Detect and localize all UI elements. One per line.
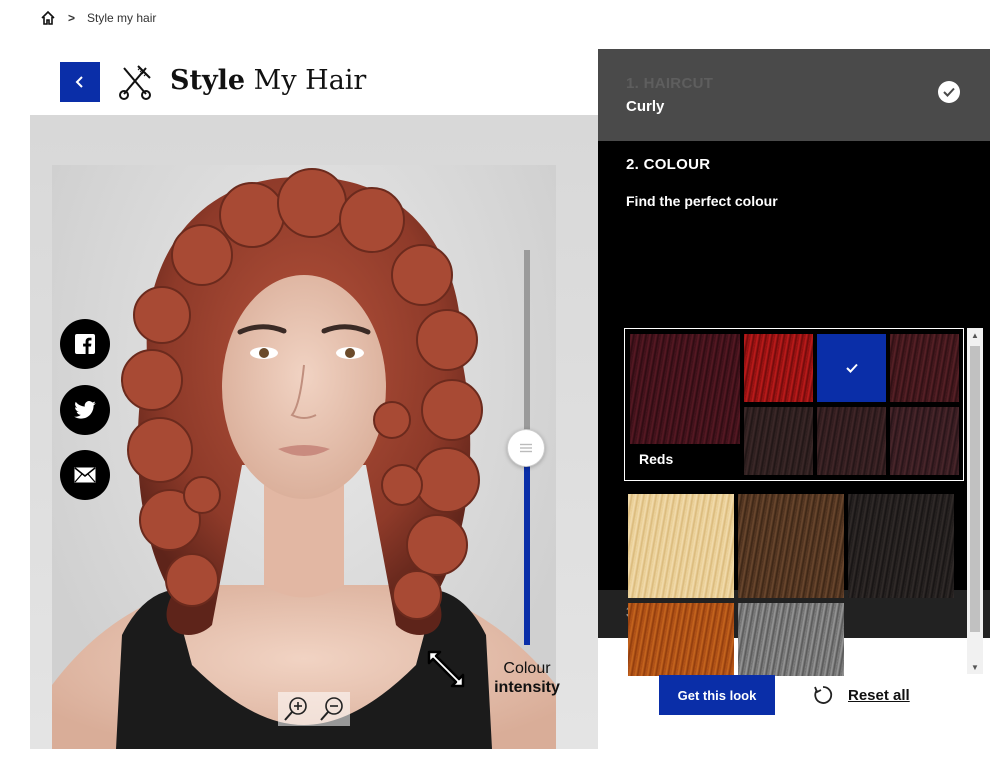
selected-check-icon xyxy=(845,363,858,373)
brown-swatch[interactable] xyxy=(738,494,844,598)
colour-list-scrollbar[interactable]: ▲ ▼ xyxy=(967,328,983,674)
step-colour: 2. COLOUR Find the perfect colour Reds ▲… xyxy=(598,141,990,676)
scroll-down-arrow-icon[interactable]: ▼ xyxy=(967,660,983,674)
red-swatch-5[interactable] xyxy=(817,407,886,475)
blonde-swatch[interactable] xyxy=(628,494,734,598)
chevron-left-icon xyxy=(75,76,83,88)
breadcrumb-current: Style my hair xyxy=(87,11,157,25)
zoom-out-icon[interactable] xyxy=(318,695,346,723)
reds-group-swatch[interactable] xyxy=(630,334,740,444)
step-haircut-value: Curly xyxy=(626,98,665,115)
reset-all-button[interactable]: Reset all xyxy=(812,684,910,706)
step-haircut[interactable]: 1. HAIRCUT Curly xyxy=(598,49,990,141)
twitter-icon xyxy=(74,401,96,419)
zoom-controls xyxy=(278,692,350,726)
page-title-rest: My Hair xyxy=(245,65,367,96)
slider-label-line2: intensity xyxy=(494,679,560,696)
reset-all-label: Reset all xyxy=(848,686,910,704)
twitter-share-button[interactable] xyxy=(60,385,110,435)
facebook-share-button[interactable] xyxy=(60,319,110,369)
style-my-hair-page: > Style my hair Style My Hair Colour int… xyxy=(0,0,1006,761)
reset-icon xyxy=(814,686,833,704)
page-title-bold: Style xyxy=(170,65,246,96)
breadcrumb: > Style my hair xyxy=(40,8,156,28)
email-share-button[interactable] xyxy=(60,450,110,500)
get-this-look-button[interactable]: Get this look xyxy=(659,675,775,715)
scissors-comb-icon xyxy=(118,64,152,100)
breadcrumb-separator: > xyxy=(68,11,76,25)
colour-intensity-label: Colour intensity xyxy=(490,659,564,697)
grip-lines-icon xyxy=(520,443,532,452)
page-title: Style My Hair xyxy=(170,62,366,100)
slider-label-line1: Colour xyxy=(503,660,551,677)
red-swatch-3[interactable] xyxy=(890,334,959,402)
step-haircut-label: 1. HAIRCUT xyxy=(626,75,714,92)
red-swatch-6[interactable] xyxy=(890,407,959,475)
group-label-reds: Reds xyxy=(639,451,674,467)
colour-intensity-fill xyxy=(524,447,530,645)
black-swatch[interactable] xyxy=(848,494,954,598)
steps-panel: 1. HAIRCUT Curly 2. COLOUR Find the perf… xyxy=(598,49,990,676)
home-icon[interactable] xyxy=(40,10,56,26)
copper-swatch[interactable] xyxy=(628,603,734,676)
hair-preview: Colour intensity xyxy=(30,115,598,749)
colour-group-reds[interactable]: Reds xyxy=(624,328,964,481)
back-button[interactable] xyxy=(60,62,100,102)
scroll-up-arrow-icon[interactable]: ▲ xyxy=(967,328,983,342)
step-colour-label: 2. COLOUR xyxy=(626,156,711,173)
red-swatch-1[interactable] xyxy=(744,334,813,402)
mail-icon xyxy=(74,467,96,483)
scrollbar-thumb[interactable] xyxy=(970,346,980,632)
colour-intensity-thumb[interactable] xyxy=(507,428,545,467)
resize-arrows-icon[interactable] xyxy=(426,649,466,689)
model-photo xyxy=(52,165,556,749)
red-swatch-4[interactable] xyxy=(744,407,813,475)
red-swatch-2[interactable] xyxy=(817,334,886,402)
step-colour-subtitle: Find the perfect colour xyxy=(626,193,778,209)
zoom-in-icon[interactable] xyxy=(282,695,310,723)
facebook-icon xyxy=(75,334,95,354)
check-circle-icon xyxy=(938,81,960,103)
grey-swatch[interactable] xyxy=(738,603,844,676)
